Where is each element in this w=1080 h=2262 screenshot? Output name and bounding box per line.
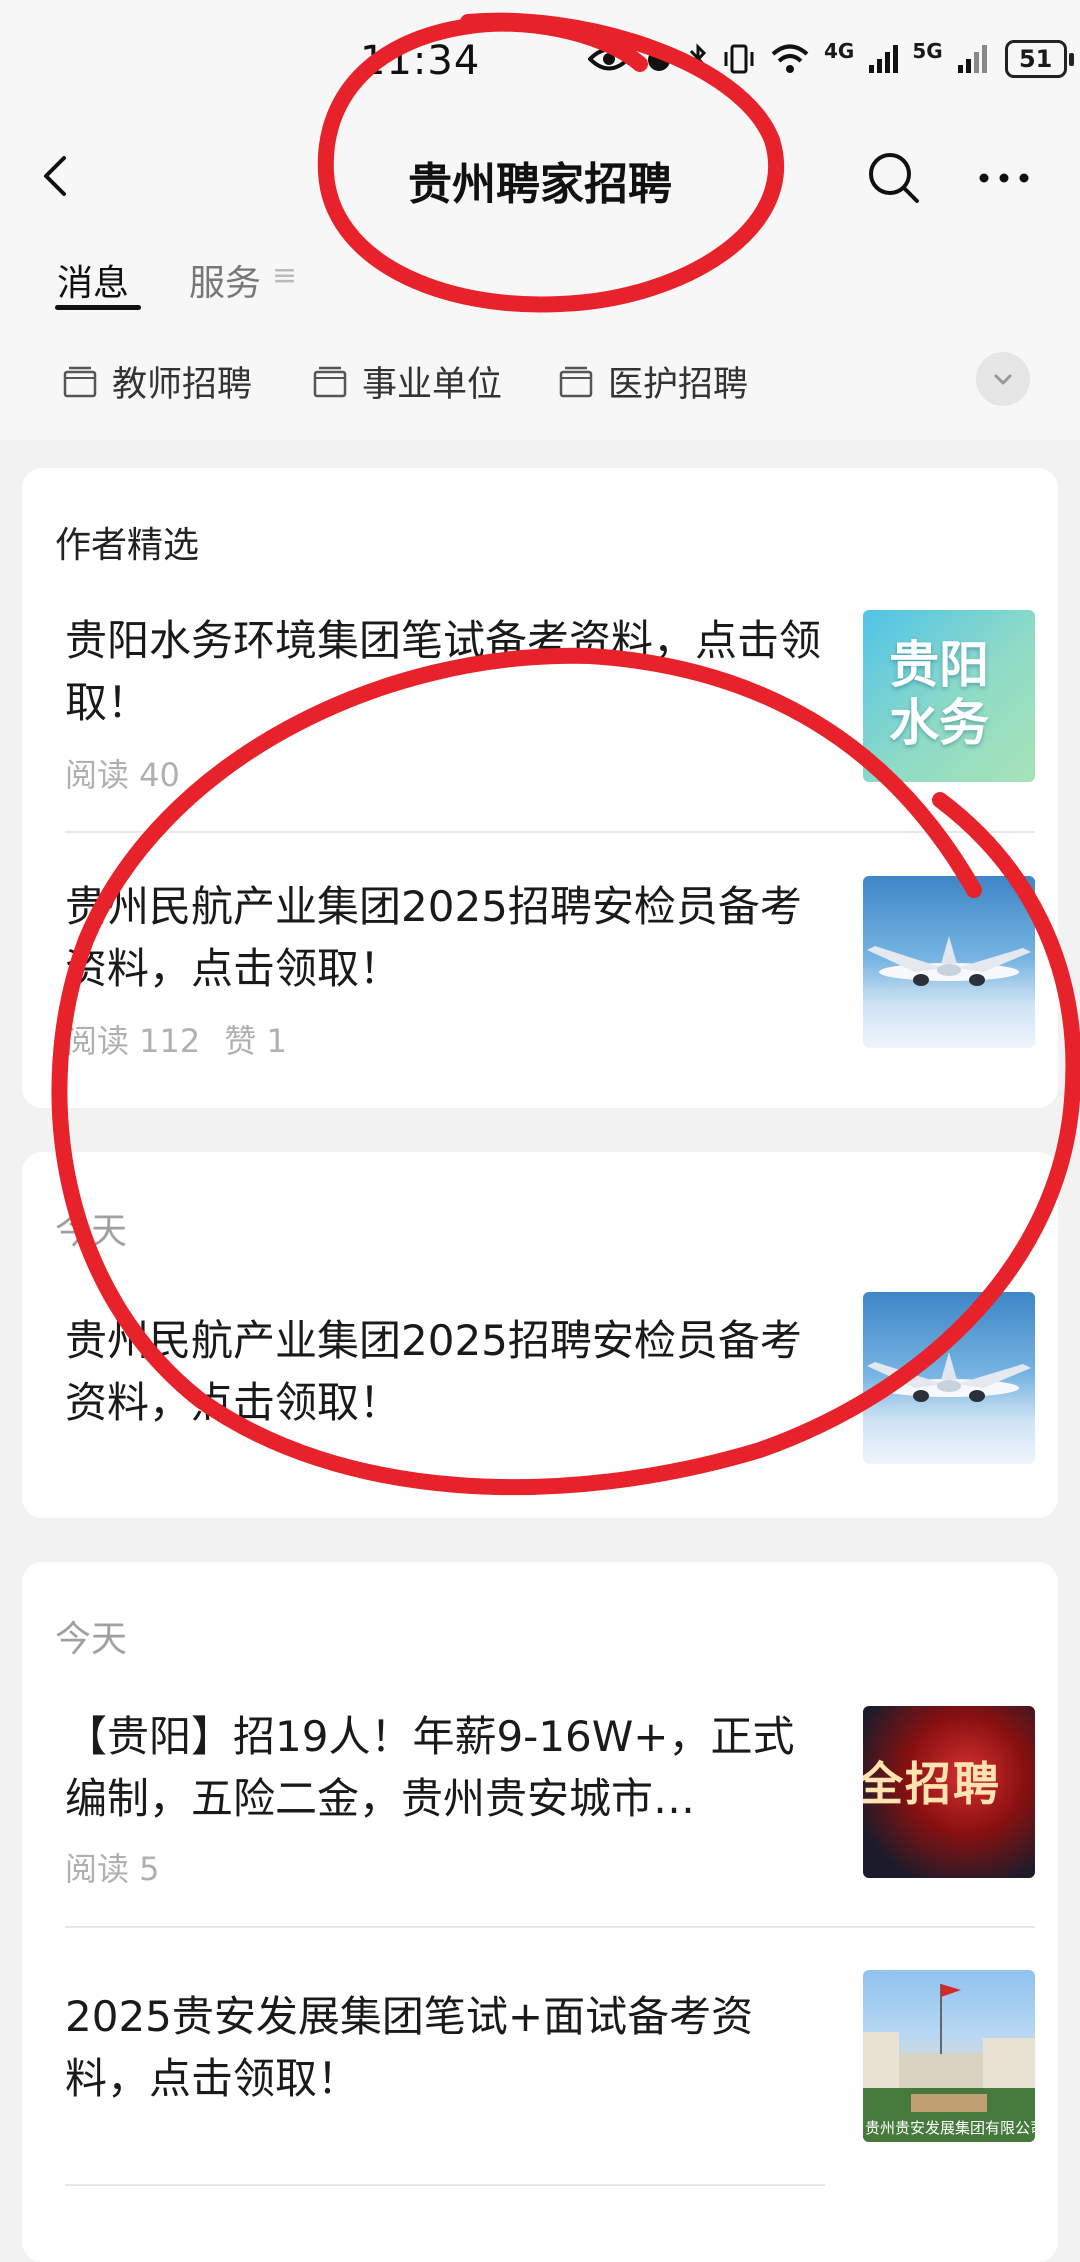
article-meta: 阅读 112 赞 1 bbox=[65, 1016, 287, 1062]
article-meta: 阅读 40 bbox=[65, 750, 180, 796]
folder-icon bbox=[313, 366, 347, 397]
folder-icon bbox=[63, 366, 97, 397]
category-label: 医护招聘 bbox=[608, 365, 749, 405]
article-meta: 阅读 5 bbox=[65, 1844, 160, 1890]
page-title: 贵州聘家招聘 bbox=[408, 159, 672, 210]
article-thumbnail bbox=[863, 1292, 1035, 1464]
status-bar: 11:34 4G 5G 51 bbox=[0, 0, 1080, 120]
vibrate-icon bbox=[724, 44, 754, 74]
thumbnail-text: 贵州贵安发展集团有限公司 bbox=[865, 2119, 1035, 2137]
expand-categories-button[interactable] bbox=[976, 352, 1030, 406]
network-5g: 5G bbox=[912, 39, 943, 63]
more-horizontal-icon[interactable] bbox=[974, 148, 1034, 208]
signal-icon bbox=[957, 45, 987, 73]
article-item[interactable]: 贵州民航产业集团2025招聘安检员备考资料，点击领取！ bbox=[65, 1292, 1035, 1464]
bluetooth-icon bbox=[689, 43, 707, 75]
category-label: 教师招聘 bbox=[112, 365, 253, 405]
article-item[interactable]: 【贵阳】招19人！年薪9-16W+，正式编制，五险二金，贵州贵安城市… 阅读 5… bbox=[65, 1706, 1035, 1896]
tab-active-indicator bbox=[55, 305, 141, 310]
search-icon[interactable] bbox=[864, 148, 924, 208]
tab-services[interactable]: 服务 bbox=[189, 254, 261, 306]
alarm-icon bbox=[648, 49, 670, 71]
battery-level: 51 bbox=[1018, 45, 1053, 73]
category-label: 事业单位 bbox=[362, 365, 503, 405]
menu-icon: ≡ bbox=[272, 258, 298, 293]
thumbnail-text: 贵阳 水务 bbox=[889, 636, 989, 752]
divider bbox=[65, 1926, 1035, 1928]
network-4g: 4G bbox=[824, 39, 855, 63]
article-thumbnail: 贵阳 水务 bbox=[863, 610, 1035, 782]
status-time: 11:34 bbox=[360, 38, 481, 84]
article-item[interactable]: 贵州民航产业集团2025招聘安检员备考资料，点击领取！ 阅读 112 赞 1 bbox=[65, 876, 1035, 1066]
today-card: 今天 【贵阳】招19人！年薪9-16W+，正式编制，五险二金，贵州贵安城市… 阅… bbox=[22, 1562, 1058, 2262]
article-title: 贵阳水务环境集团笔试备考资料，点击领取！ bbox=[65, 616, 822, 727]
eye-icon bbox=[588, 47, 630, 71]
read-count: 阅读 40 bbox=[65, 756, 180, 794]
article-thumbnail: 全招聘 bbox=[863, 1706, 1035, 1878]
read-count: 阅读 5 bbox=[65, 1850, 160, 1888]
section-label: 今天 bbox=[55, 1619, 128, 1660]
category-medical-recruitment[interactable]: 医护招聘 bbox=[558, 356, 748, 407]
divider bbox=[65, 2184, 825, 2186]
chevron-down-icon bbox=[994, 374, 1012, 385]
battery-icon: 51 bbox=[1004, 40, 1067, 78]
category-teacher-recruitment[interactable]: 教师招聘 bbox=[62, 356, 252, 407]
like-count: 赞 1 bbox=[224, 1022, 287, 1060]
status-icons: 4G 5G 51 bbox=[588, 39, 1074, 78]
article-item[interactable]: 2025贵安发展集团笔试+面试备考资料，点击领取！ 贵州贵安发展集团有限公司 bbox=[65, 1970, 1035, 2160]
airplane-image bbox=[867, 936, 1031, 986]
category-public-institutions[interactable]: 事业单位 bbox=[312, 356, 502, 407]
divider bbox=[65, 831, 1035, 833]
tab-messages[interactable]: 消息 bbox=[57, 254, 129, 306]
chevron-left-icon[interactable] bbox=[28, 148, 84, 204]
airplane-image bbox=[867, 1352, 1031, 1402]
wifi-icon bbox=[771, 44, 809, 73]
section-label: 作者精选 bbox=[55, 525, 200, 566]
today-card: 今天 贵州民航产业集团2025招聘安检员备考资料，点击领取！ bbox=[22, 1152, 1058, 1518]
battery-tip bbox=[1068, 52, 1074, 66]
article-title: 【贵阳】招19人！年薪9-16W+，正式编制，五险二金，贵州贵安城市… bbox=[65, 1712, 795, 1823]
featured-card: 作者精选 贵阳水务环境集团笔试备考资料，点击领取！ 阅读 40 贵阳 水务 贵州民… bbox=[22, 468, 1058, 1108]
article-thumbnail bbox=[863, 876, 1035, 1048]
article-title: 贵州民航产业集团2025招聘安检员备考资料，点击领取！ bbox=[65, 882, 802, 993]
folder-icon bbox=[559, 366, 593, 397]
thumbnail-text: 全招聘 bbox=[863, 1757, 1001, 1811]
article-item[interactable]: 贵阳水务环境集团笔试备考资料，点击领取！ 阅读 40 贵阳 水务 bbox=[65, 610, 1035, 802]
signal-icon bbox=[869, 45, 899, 73]
article-title: 贵州民航产业集团2025招聘安检员备考资料，点击领取！ bbox=[65, 1316, 802, 1427]
article-title: 2025贵安发展集团笔试+面试备考资料，点击领取！ bbox=[65, 1992, 754, 2103]
read-count: 阅读 112 bbox=[65, 1022, 201, 1060]
section-label: 今天 bbox=[55, 1211, 128, 1252]
article-thumbnail: 贵州贵安发展集团有限公司 bbox=[863, 1970, 1035, 2142]
